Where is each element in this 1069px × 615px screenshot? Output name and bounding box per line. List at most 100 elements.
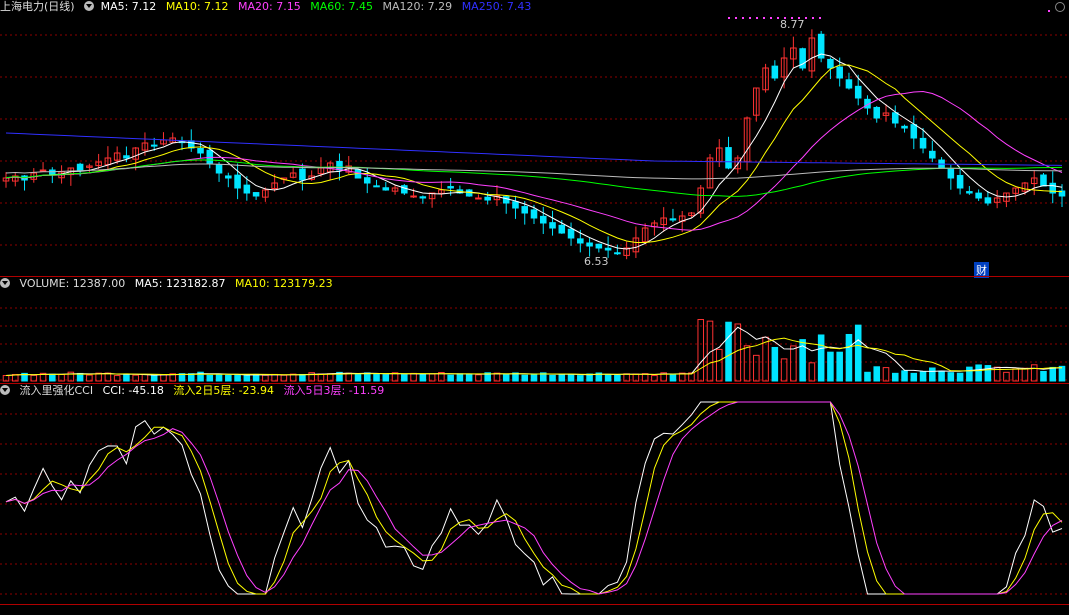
volume-bar <box>530 373 538 382</box>
candle-body <box>512 201 519 209</box>
candle-body <box>567 228 575 239</box>
volume-bar <box>697 319 705 382</box>
volume-bar <box>354 373 362 382</box>
volume-bar <box>966 366 973 382</box>
volume-bar <box>123 374 130 382</box>
volume-bar <box>521 374 529 382</box>
volume-bar <box>910 372 918 382</box>
ma60-value: MA60: 7.45 <box>310 0 373 13</box>
candle-body <box>1040 174 1047 187</box>
volume-value: VOLUME: 12387.00 <box>19 277 126 290</box>
volume-bar <box>243 374 251 382</box>
candle-body <box>484 196 491 201</box>
candle-body <box>549 222 556 229</box>
candle-body <box>215 164 223 174</box>
signal-dot <box>763 17 765 19</box>
volume-bar <box>734 323 742 382</box>
candle-body <box>401 185 408 194</box>
volume-bar <box>947 372 955 382</box>
volume-bar <box>252 373 260 382</box>
volume-bar <box>558 373 566 382</box>
candle-body <box>669 218 677 221</box>
candle-body <box>234 174 241 189</box>
candle-body <box>975 192 982 199</box>
volume-bar <box>854 324 862 382</box>
candle-body <box>382 187 390 191</box>
candle-body <box>299 168 306 181</box>
volume-bar <box>456 373 464 382</box>
signal-dot <box>735 17 737 19</box>
volume-pane: VOLUME: 12387.00 MA5: 123182.87 MA10: 12… <box>0 277 1069 383</box>
candle-body <box>836 66 843 79</box>
signal-dot <box>749 17 751 19</box>
volume-bar <box>1030 364 1038 382</box>
volume-bar <box>234 374 241 382</box>
volume-bar <box>975 364 982 382</box>
collapse-icon[interactable] <box>0 278 10 288</box>
price-chart[interactable] <box>0 0 1069 276</box>
volume-bar <box>1058 365 1066 382</box>
volume-bar <box>956 372 964 382</box>
volume-bar <box>891 372 899 382</box>
candle-body <box>771 65 779 79</box>
volume-bar <box>669 373 677 382</box>
candle-body <box>475 197 482 200</box>
volume-bar <box>465 373 473 382</box>
signal-dot <box>1048 10 1050 12</box>
volume-bar <box>447 374 454 382</box>
ma5-value: MA5: 7.12 <box>100 0 157 13</box>
stock-title[interactable]: 上海电力(日线) <box>0 0 75 13</box>
indicator-pane: 流入里强化CCI CCI: -45.18 流入2日5层: -23.94 流入5日… <box>0 384 1069 604</box>
volume-bar <box>549 374 556 382</box>
candle-body <box>447 186 454 189</box>
candle-body <box>956 174 964 189</box>
volume-bar <box>206 374 214 382</box>
volume-bar <box>382 374 390 382</box>
price-header: 上海电力(日线) MA5: 7.12 MA10: 7.12 MA20: 7.15… <box>0 0 537 14</box>
ma10-value: MA10: 7.12 <box>165 0 229 13</box>
price-high-label: 8.77 <box>780 18 805 31</box>
corner-icon[interactable] <box>1055 2 1065 12</box>
volume-bar <box>827 351 834 382</box>
candle-body <box>595 243 603 249</box>
inflow5-line <box>5 401 1063 595</box>
collapse-icon[interactable] <box>84 1 95 11</box>
candle-body <box>530 209 538 219</box>
candle-body <box>123 155 130 159</box>
volume-bar <box>1040 370 1047 382</box>
vol-ma5-line <box>5 326 1063 376</box>
volume-bar <box>817 334 825 382</box>
volume-bar <box>771 346 779 382</box>
indicator-name[interactable]: 流入里强化CCI <box>20 384 94 397</box>
ma250-line <box>5 132 1063 166</box>
candle-body <box>845 79 853 89</box>
candle-body <box>373 185 380 188</box>
volume-bar <box>614 374 621 382</box>
vol-ma10-value: MA10: 123179.23 <box>234 277 333 290</box>
volume-header: VOLUME: 12387.00 MA5: 123182.87 MA10: 12… <box>0 277 339 291</box>
volume-bar <box>715 348 723 382</box>
signal-dot <box>805 17 807 19</box>
volume-bar <box>215 373 223 382</box>
candle-body <box>614 252 621 255</box>
indicator-header: 流入里强化CCI CCI: -45.18 流入2日5层: -23.94 流入5日… <box>0 384 390 398</box>
signal-dot <box>812 17 814 19</box>
volume-chart[interactable] <box>0 277 1069 383</box>
volume-bar <box>929 367 936 382</box>
indicator-chart[interactable] <box>0 384 1069 604</box>
candle-body <box>901 125 908 129</box>
candle-body <box>586 242 593 247</box>
volume-bar <box>604 373 612 382</box>
candle-body <box>539 215 547 224</box>
candle-body <box>502 196 510 204</box>
candle-body <box>604 247 612 251</box>
volume-bar <box>790 345 797 382</box>
volume-bar <box>373 373 380 382</box>
candle-body <box>225 175 232 179</box>
price-low-label: 6.53 <box>584 255 609 268</box>
volume-bar <box>836 351 843 382</box>
candle-body <box>854 85 862 99</box>
date-axis <box>0 604 1069 615</box>
collapse-icon[interactable] <box>0 385 10 395</box>
candle-body <box>243 184 251 194</box>
